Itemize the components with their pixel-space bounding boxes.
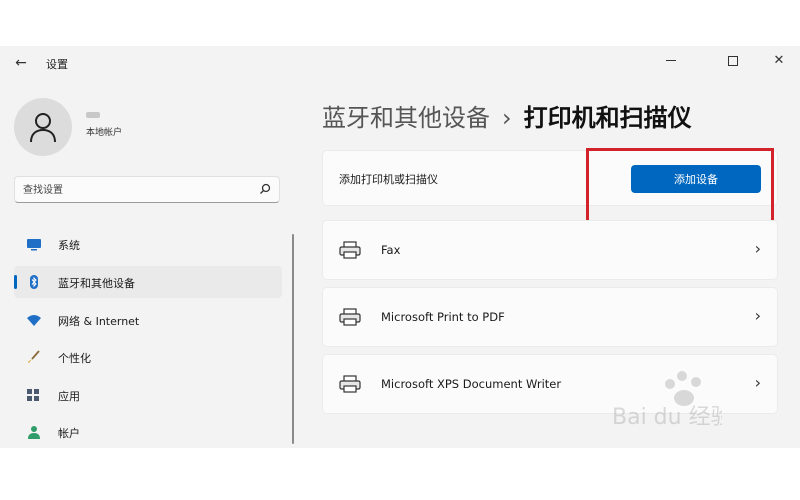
printer-item-xps[interactable]: Microsoft XPS Document Writer › [322,354,778,414]
close-icon: ✕ [773,53,785,68]
printer-name: Microsoft Print to PDF [381,310,505,324]
app-title: 设置 [46,58,68,71]
minimize-button[interactable] [648,48,694,76]
title-bar: ← 设置 ✕ [0,46,800,80]
settings-window: ← 设置 ✕ 本地帐户 系统 [0,46,800,448]
sidebar-item-label: 蓝牙和其他设备 [58,277,135,290]
sidebar-item-system[interactable]: 系统 [14,228,282,260]
active-indicator [14,275,17,289]
breadcrumb: 蓝牙和其他设备 › 打印机和扫描仪 [322,98,692,133]
user-name-redacted [86,112,100,118]
wifi-icon [27,315,41,326]
sidebar-item-label: 系统 [58,239,80,252]
chevron-right-icon: › [754,373,761,392]
search-input[interactable] [23,181,243,199]
account-type: 本地帐户 [86,128,123,138]
sidebar-item-personalization[interactable]: 个性化 [14,341,282,373]
search-icon [260,183,271,194]
minimize-icon [666,60,676,61]
printer-icon [339,375,361,393]
sidebar-item-label: 应用 [58,390,80,403]
sidebar-item-label: 帐户 [58,427,80,440]
sidebar-item-label: 网络 & Internet [58,315,140,328]
person-icon [30,113,56,143]
brush-icon [28,350,40,363]
breadcrumb-separator: › [502,104,512,132]
printer-item-fax[interactable]: Fax › [322,220,778,280]
add-printer-label: 添加打印机或扫描仪 [339,173,438,186]
account-icon [28,426,40,439]
maximize-button[interactable] [710,48,756,76]
sidebar-item-apps[interactable]: 应用 [14,379,282,411]
monitor-icon [27,239,41,251]
apps-icon [27,389,39,401]
bluetooth-icon [30,275,38,289]
printer-icon [339,241,361,259]
printer-name: Fax [381,243,401,257]
chevron-right-icon: › [754,239,761,258]
highlight-annotation [586,148,774,224]
printer-name: Microsoft XPS Document Writer [381,377,562,391]
sidebar-item-bluetooth[interactable]: 蓝牙和其他设备 [14,266,282,298]
maximize-icon [728,55,738,66]
breadcrumb-parent[interactable]: 蓝牙和其他设备 [322,104,490,132]
close-button[interactable]: ✕ [756,48,800,76]
back-button[interactable]: ← [12,54,30,72]
printer-item-pdf[interactable]: Microsoft Print to PDF › [322,287,778,347]
sidebar-scrollbar[interactable] [292,234,294,444]
sidebar-item-label: 个性化 [58,352,91,365]
arrow-left-icon: ← [15,55,27,71]
page-title: 打印机和扫描仪 [523,104,692,132]
search-box[interactable] [14,176,280,203]
sidebar-item-accounts[interactable]: 帐户 [14,416,282,448]
printer-icon [339,308,361,326]
chevron-right-icon: › [754,306,761,325]
avatar[interactable] [14,98,72,156]
sidebar-item-network[interactable]: 网络 & Internet [14,304,282,336]
